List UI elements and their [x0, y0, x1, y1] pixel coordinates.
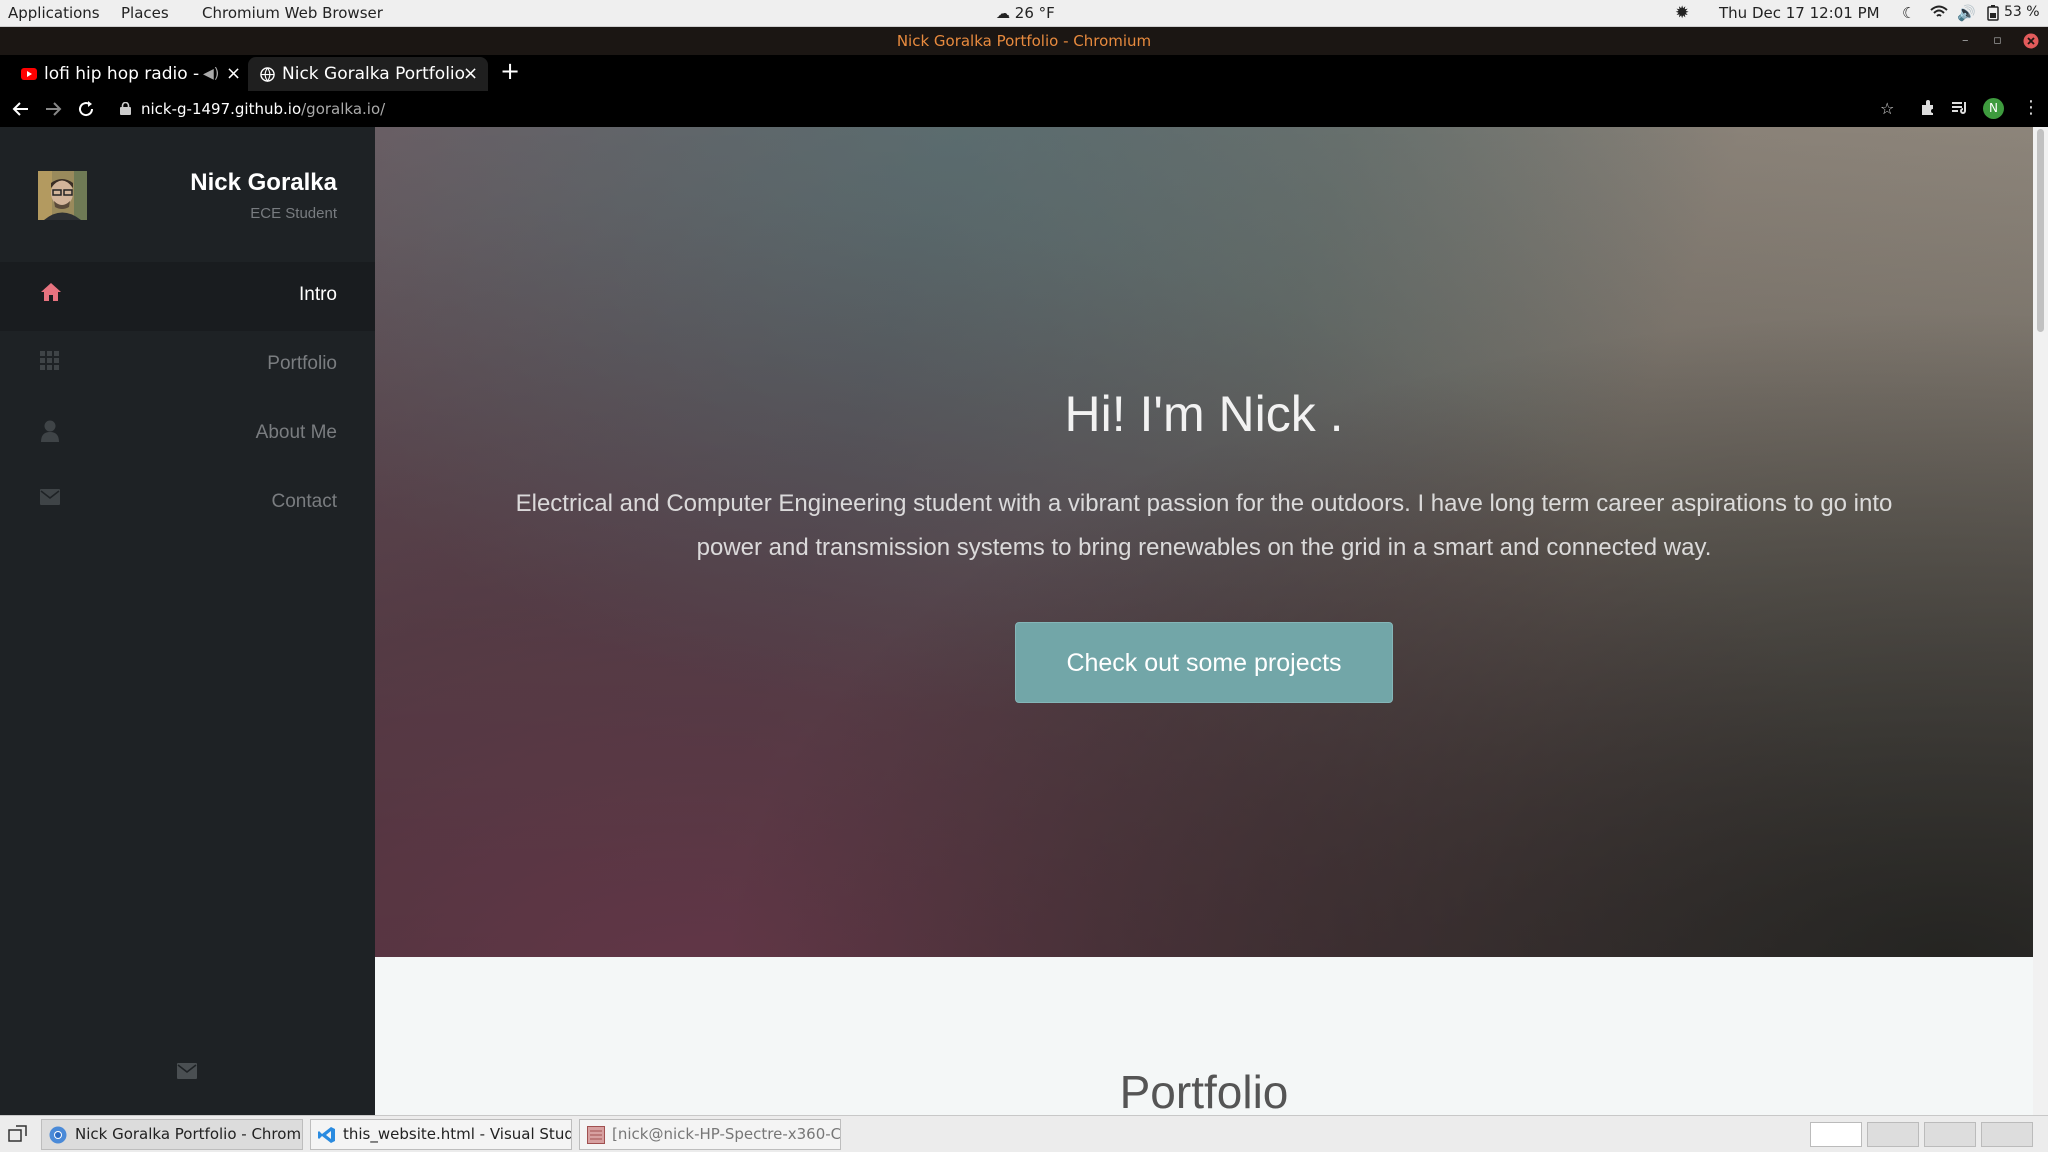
- workspace-4[interactable]: [1981, 1122, 2033, 1147]
- taskbar-item-vscode[interactable]: this_website.html - Visual Studi...: [310, 1119, 572, 1150]
- minimize-icon[interactable]: –: [1962, 27, 1969, 55]
- window-title-bar: Nick Goralka Portfolio - Chromium – ▫: [0, 27, 2048, 55]
- nav-label: Portfolio: [267, 353, 337, 374]
- applications-menu[interactable]: Applications: [8, 4, 100, 22]
- battery-icon[interactable]: [1987, 5, 1999, 21]
- close-window-button[interactable]: [2023, 33, 2039, 49]
- portfolio-heading: Portfolio: [1119, 1066, 1289, 1115]
- nav-label: About Me: [255, 422, 337, 443]
- profile-avatar[interactable]: N: [1983, 98, 2004, 119]
- back-button[interactable]: [12, 100, 30, 118]
- grid-icon: [40, 351, 60, 371]
- profile-name: Nick Goralka: [190, 169, 337, 196]
- hero-section: Hi! I'm Nick . Electrical and Computer E…: [375, 127, 2033, 957]
- show-desktop-icon[interactable]: [8, 1125, 28, 1143]
- url-text[interactable]: nick-g-1497.github.io/goralka.io/: [141, 95, 385, 123]
- nav-item-contact[interactable]: Contact: [0, 469, 375, 538]
- taskbar-item-chromium[interactable]: Nick Goralka Portfolio - Chromi...: [41, 1119, 303, 1150]
- profile-subtitle: ECE Student: [250, 205, 337, 222]
- audio-icon[interactable]: ◀): [203, 57, 219, 91]
- settings-indicator-icon[interactable]: ✹: [1675, 3, 1689, 23]
- address-bar[interactable]: nick-g-1497.github.io/goralka.io/ ☆: [110, 95, 1894, 123]
- globe-icon: [260, 67, 275, 82]
- wifi-icon[interactable]: [1930, 5, 1948, 19]
- browser-toolbar: nick-g-1497.github.io/goralka.io/ ☆ N ⋮: [0, 91, 2048, 127]
- workspace-2[interactable]: [1867, 1122, 1919, 1147]
- new-tab-button[interactable]: +: [500, 57, 520, 85]
- taskbar: Nick Goralka Portfolio - Chromi... this_…: [0, 1115, 2048, 1152]
- sidebar: Nick Goralka ECE Student Intro Portfolio…: [0, 127, 375, 1115]
- nav-label: Intro: [298, 284, 337, 305]
- home-icon: [40, 282, 62, 302]
- terminal-icon: [587, 1126, 605, 1144]
- tab-close-icon[interactable]: ×: [226, 57, 241, 91]
- page-scrollbar[interactable]: [2033, 127, 2048, 1115]
- youtube-icon: [21, 68, 37, 80]
- hero-description: Electrical and Computer Engineering stud…: [515, 490, 1893, 561]
- vscode-icon: [318, 1126, 336, 1144]
- nav-item-portfolio[interactable]: Portfolio: [0, 331, 375, 400]
- tab-strip: lofi hip hop radio - b ◀) × Nick Goralka…: [0, 55, 2048, 91]
- main-content: Hi! I'm Nick . Electrical and Computer E…: [375, 127, 2033, 1115]
- url-host: nick-g-1497.github.io: [141, 100, 302, 118]
- workspace-1[interactable]: [1810, 1122, 1862, 1147]
- nav-label: Contact: [271, 491, 337, 512]
- browser-menu[interactable]: Chromium Web Browser: [202, 4, 383, 22]
- volume-icon[interactable]: 🔊: [1957, 4, 1976, 22]
- places-menu[interactable]: Places: [121, 4, 169, 22]
- media-control-icon[interactable]: [1951, 100, 1969, 116]
- moon-icon[interactable]: ☾: [1902, 4, 1915, 22]
- tab-portfolio[interactable]: Nick Goralka Portfolio ×: [248, 57, 488, 91]
- forward-button[interactable]: [44, 100, 62, 118]
- taskbar-label: [nick@nick-HP-Spectre-x360-Co...: [612, 1125, 841, 1143]
- lock-icon[interactable]: [120, 102, 131, 115]
- cloud-icon: ☁: [996, 6, 1010, 22]
- taskbar-label: this_website.html - Visual Studi...: [343, 1125, 572, 1143]
- envelope-icon: [40, 489, 60, 505]
- window-title: Nick Goralka Portfolio - Chromium: [896, 32, 1152, 50]
- workspace-3[interactable]: [1924, 1122, 1976, 1147]
- scrollbar-thumb[interactable]: [2037, 129, 2044, 332]
- url-path: /goralka.io/: [301, 100, 386, 118]
- clock[interactable]: Thu Dec 17 12:01 PM: [1719, 4, 1880, 22]
- battery-text: 53 %: [2004, 4, 2040, 20]
- bookmark-star-icon[interactable]: ☆: [1880, 95, 1894, 123]
- nav-item-about[interactable]: About Me: [0, 400, 375, 469]
- web-page: Nick Goralka ECE Student Intro Portfolio…: [0, 127, 2048, 1115]
- taskbar-item-terminal[interactable]: [nick@nick-HP-Spectre-x360-Co...: [579, 1119, 841, 1150]
- reload-button[interactable]: [77, 100, 95, 118]
- footer-envelope-icon[interactable]: [177, 1063, 197, 1079]
- tab-lofi[interactable]: lofi hip hop radio - b ◀) ×: [8, 57, 246, 91]
- portfolio-section: Portfolio: [375, 957, 2033, 1115]
- tab-label: Nick Goralka Portfolio: [282, 64, 466, 84]
- avatar: [38, 171, 87, 220]
- tab-close-icon[interactable]: ×: [463, 57, 478, 91]
- check-projects-button[interactable]: Check out some projects: [1015, 622, 1393, 703]
- top-panel: Applications Places Chromium Web Browser…: [0, 0, 2048, 27]
- nav-item-intro[interactable]: Intro: [0, 262, 375, 331]
- weather-text: 26 °F: [1014, 4, 1055, 22]
- taskbar-label: Nick Goralka Portfolio - Chromi...: [75, 1125, 303, 1143]
- tab-label: lofi hip hop radio - b: [44, 64, 204, 84]
- extensions-icon[interactable]: [1919, 99, 1937, 117]
- menu-kebab-icon[interactable]: ⋮: [2022, 97, 2040, 118]
- user-icon: [40, 420, 60, 442]
- chromium-icon: [49, 1126, 67, 1144]
- weather-indicator[interactable]: ☁ 26 °F: [996, 4, 1055, 22]
- hero-title: Hi! I'm Nick .: [1064, 386, 1344, 442]
- restore-icon[interactable]: ▫: [1993, 27, 2002, 55]
